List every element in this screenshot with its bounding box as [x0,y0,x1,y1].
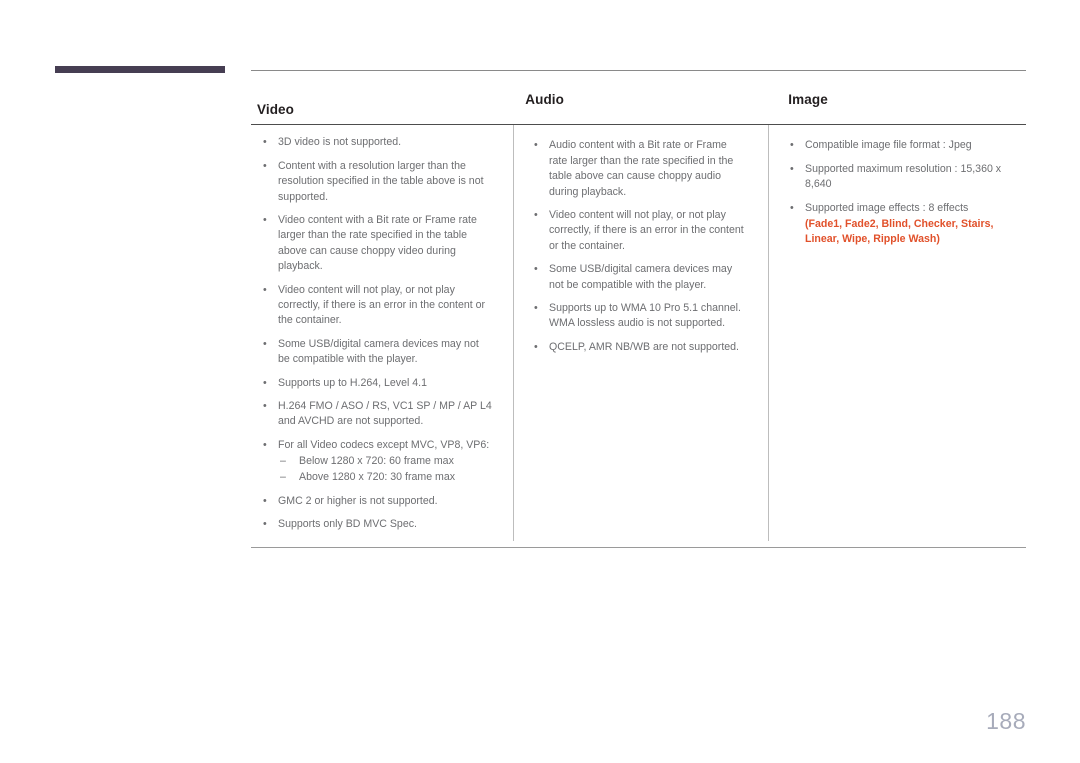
list-item: • GMC 2 or higher is not supported. [257,494,493,509]
video-sub-bullet-list: – Below 1280 x 720: 60 frame max – Above… [278,454,493,486]
list-item: • Video content with a Bit rate or Frame… [257,213,493,275]
audio-bullet-list: • Audio content with a Bit rate or Frame… [528,138,748,355]
video-bullet-list: • 3D video is not supported. • Content w… [257,135,493,532]
list-item: • Supported maximum resolution : 15,360 … [784,162,1018,193]
sub-list-item-text: Above 1280 x 720: 30 frame max [299,471,456,484]
list-item: • Supported image effects : 8 effects (F… [784,201,1018,248]
list-item: • Supports up to WMA 10 Pro 5.1 channel.… [528,301,748,332]
list-item: • Supports up to H.264, Level 4.1 [257,376,493,391]
column-image: • Compatible image file format : Jpeg • … [768,125,1026,541]
bullet-icon: • [534,302,538,315]
column-header-video: Video [257,102,295,117]
list-item-text: Supported image effects : 8 effects [805,201,969,214]
list-item: • Content with a resolution larger than … [257,159,493,205]
dash-icon: – [280,455,286,468]
list-item: • Video content will not play, or not pl… [257,283,493,329]
bullet-icon: • [263,283,267,296]
bullet-icon: • [263,159,267,172]
list-item-text: Supports up to H.264, Level 4.1 [278,376,428,389]
list-item: • H.264 FMO / ASO / RS, VC1 SP / MP / AP… [257,399,493,430]
list-item: • 3D video is not supported. [257,135,493,150]
table-bottom-rule [251,546,1026,548]
list-item: • QCELP, AMR NB/WB are not supported. [528,340,748,355]
table-header-row: Video Audio Image [251,92,1026,124]
dash-icon: – [280,471,286,484]
list-item-text: Video content with a Bit rate or Frame r… [278,214,477,273]
bullet-icon: • [534,209,538,222]
list-item-text: Supported maximum resolution : 15,360 x … [805,162,1002,191]
list-item-text: Supports only BD MVC Spec. [278,518,417,531]
list-item-text: Video content will not play, or not play… [278,283,486,327]
page-number: 188 [986,708,1026,734]
list-item: • Audio content with a Bit rate or Frame… [528,138,748,200]
list-item-text: Video content will not play, or not play… [549,209,744,252]
list-item: • Video content will not play, or not pl… [528,208,748,254]
list-item-text: Supports up to WMA 10 Pro 5.1 channel. W… [549,302,741,330]
sub-list-item: – Above 1280 x 720: 30 frame max [278,470,493,486]
image-effects-accent-text: (Fade1, Fade2, Blind, Checker, Stairs, L… [805,218,994,246]
list-item-text: Content with a resolution larger than th… [278,159,484,203]
bullet-icon: • [263,136,267,149]
list-item-text: For all Video codecs except MVC, VP8, VP… [278,438,490,451]
bullet-icon: • [263,438,267,451]
column-header-audio: Audio [525,92,565,107]
list-item: • Some USB/digital camera devices may no… [257,337,493,368]
spec-table: Video Audio Image • 3D video is not supp… [251,92,1026,548]
bullet-icon: • [263,337,267,350]
list-item: • Some USB/digital camera devices may no… [528,262,748,293]
column-video: • 3D video is not supported. • Content w… [251,125,513,540]
bullet-icon: • [534,340,538,353]
list-item-text: 3D video is not supported. [278,136,402,149]
list-item-text: Compatible image file format : Jpeg [805,139,972,152]
bullet-icon: • [790,201,794,214]
list-item-text: Audio content with a Bit rate or Frame r… [549,139,734,198]
list-item-text: GMC 2 or higher is not supported. [278,494,438,507]
page-top-rule [251,70,1026,71]
list-item-text: Some USB/digital camera devices may not … [549,263,733,291]
bullet-icon: • [534,263,538,276]
sub-list-item: – Below 1280 x 720: 60 frame max [278,454,493,470]
column-audio: • Audio content with a Bit rate or Frame… [513,125,768,541]
list-item-text: Some USB/digital camera devices may not … [278,337,479,366]
list-item: • For all Video codecs except MVC, VP8, … [257,438,493,486]
list-item-text: QCELP, AMR NB/WB are not supported. [549,340,739,353]
chapter-accent-bar [55,66,225,73]
bullet-icon: • [263,400,267,413]
column-header-image: Image [788,92,828,107]
sub-list-item-text: Below 1280 x 720: 60 frame max [299,455,454,468]
image-bullet-list: • Compatible image file format : Jpeg • … [784,138,1018,247]
bullet-icon: • [263,518,267,531]
bullet-icon: • [790,162,794,175]
bullet-icon: • [263,494,267,507]
list-item-text: H.264 FMO / ASO / RS, VC1 SP / MP / AP L… [278,400,492,428]
bullet-icon: • [534,139,538,152]
bullet-icon: • [790,139,794,152]
list-item: • Compatible image file format : Jpeg [784,138,1018,153]
table-body-row: • 3D video is not supported. • Content w… [251,125,1026,541]
bullet-icon: • [263,376,267,389]
bullet-icon: • [263,214,267,227]
list-item: • Supports only BD MVC Spec. [257,517,493,532]
